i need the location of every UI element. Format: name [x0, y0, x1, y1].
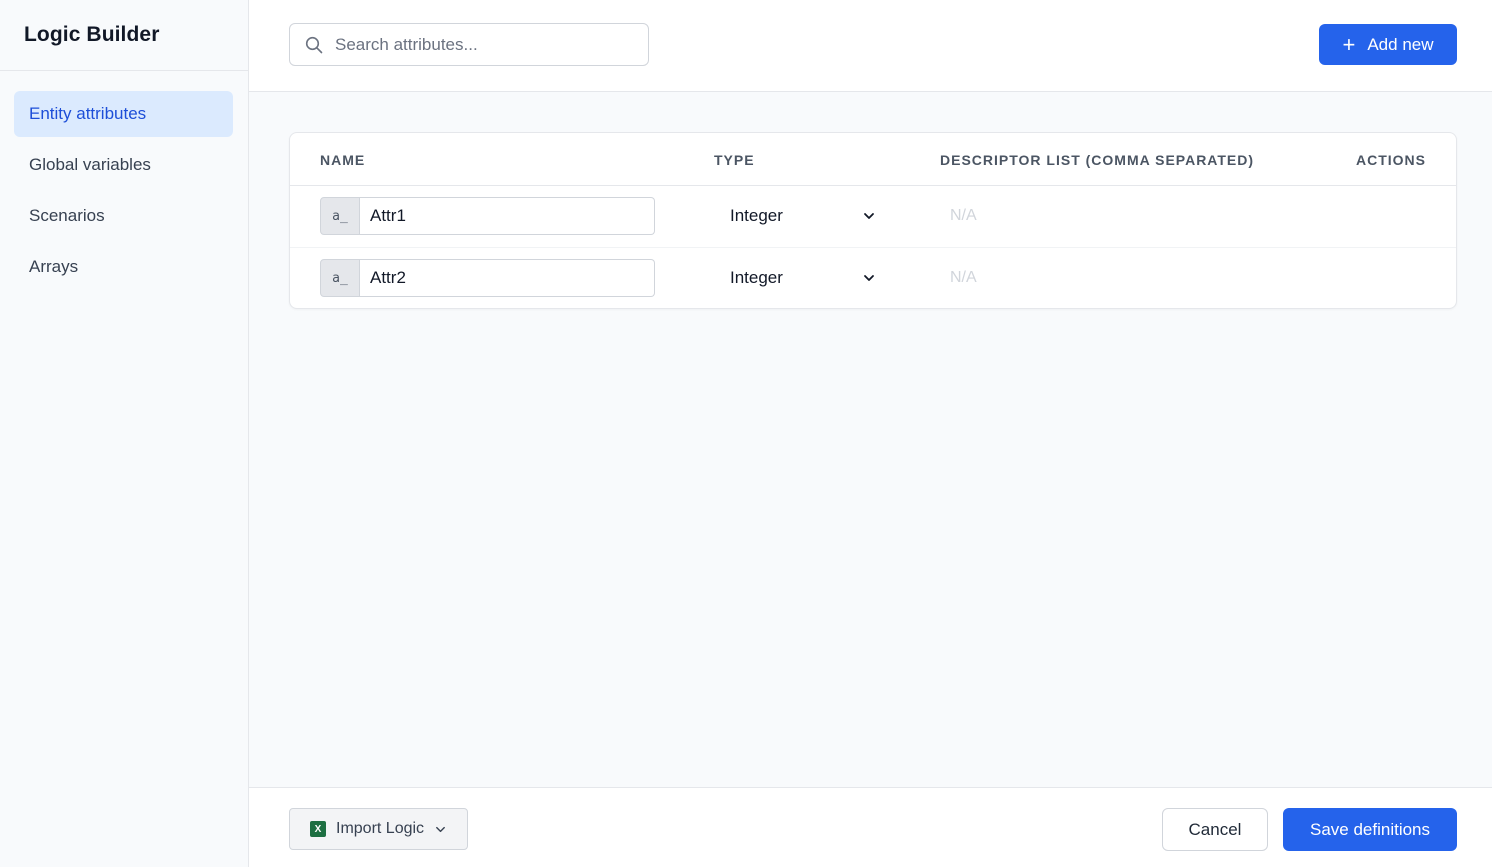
column-header-descriptor: DESCRIPTOR LIST (COMMA SEPARATED) — [940, 152, 1255, 168]
sidebar-header: Logic Builder — [0, 0, 248, 71]
sidebar-item-scenarios[interactable]: Scenarios — [14, 193, 233, 239]
sidebar-item-label: Global variables — [29, 155, 151, 174]
name-prefix-badge: a_ — [320, 259, 360, 297]
table-row: a_ Integer N/A — [290, 186, 1456, 247]
add-new-label: Add new — [1367, 34, 1434, 54]
attributes-table: NAME TYPE DESCRIPTOR LIST (COMMA SEPARAT… — [289, 132, 1457, 309]
cancel-button[interactable]: Cancel — [1162, 808, 1268, 851]
app-title: Logic Builder — [24, 23, 160, 46]
add-new-button[interactable]: + Add new — [1319, 24, 1457, 65]
chevron-down-icon — [436, 826, 445, 832]
table-header: NAME TYPE DESCRIPTOR LIST (COMMA SEPARAT… — [290, 133, 1456, 186]
column-header-name: NAME — [320, 152, 366, 168]
sidebar-item-label: Scenarios — [29, 206, 105, 225]
name-field-group: a_ — [320, 259, 655, 297]
excel-icon: X — [310, 821, 326, 837]
descriptor-value: N/A — [950, 207, 977, 224]
attribute-name-input[interactable] — [360, 259, 655, 297]
save-definitions-button[interactable]: Save definitions — [1283, 808, 1457, 851]
chevron-down-icon — [864, 213, 874, 219]
name-prefix-badge: a_ — [320, 197, 360, 235]
type-select-value: Integer — [730, 206, 783, 225]
chevron-down-icon — [864, 275, 874, 281]
table-row: a_ Integer N/A — [290, 247, 1456, 308]
name-field-group: a_ — [320, 197, 655, 235]
search-input[interactable] — [335, 34, 625, 55]
attribute-name-input[interactable] — [360, 197, 655, 235]
import-logic-button[interactable]: X Import Logic — [289, 808, 468, 850]
search-icon — [305, 36, 323, 54]
sidebar: Logic Builder Entity attributes Global v… — [0, 0, 249, 867]
import-logic-label: Import Logic — [336, 820, 425, 837]
type-select-value: Integer — [730, 268, 783, 287]
sidebar-item-entity-attributes[interactable]: Entity attributes — [14, 91, 233, 137]
column-header-actions: ACTIONS — [1356, 152, 1426, 168]
sidebar-nav: Entity attributes Global variables Scena… — [0, 71, 248, 290]
type-select[interactable]: Integer — [730, 259, 880, 297]
type-select[interactable]: Integer — [730, 197, 880, 235]
search-box[interactable] — [289, 23, 649, 66]
topbar: + Add new — [249, 0, 1492, 92]
plus-icon: + — [1342, 31, 1356, 57]
footer-bar: X Import Logic Cancel Save definitions — [249, 787, 1492, 867]
app-window: Logic Builder Entity attributes Global v… — [0, 0, 1492, 867]
sidebar-item-label: Arrays — [29, 257, 79, 276]
sidebar-item-label: Entity attributes — [29, 104, 147, 123]
descriptor-value: N/A — [950, 269, 977, 286]
column-header-type: TYPE — [714, 152, 755, 168]
main-panel: + Add new NAME TYPE DESCRIPTOR LIST (COM… — [249, 0, 1492, 867]
sidebar-item-arrays[interactable]: Arrays — [14, 244, 233, 290]
sidebar-item-global-variables[interactable]: Global variables — [14, 142, 233, 188]
